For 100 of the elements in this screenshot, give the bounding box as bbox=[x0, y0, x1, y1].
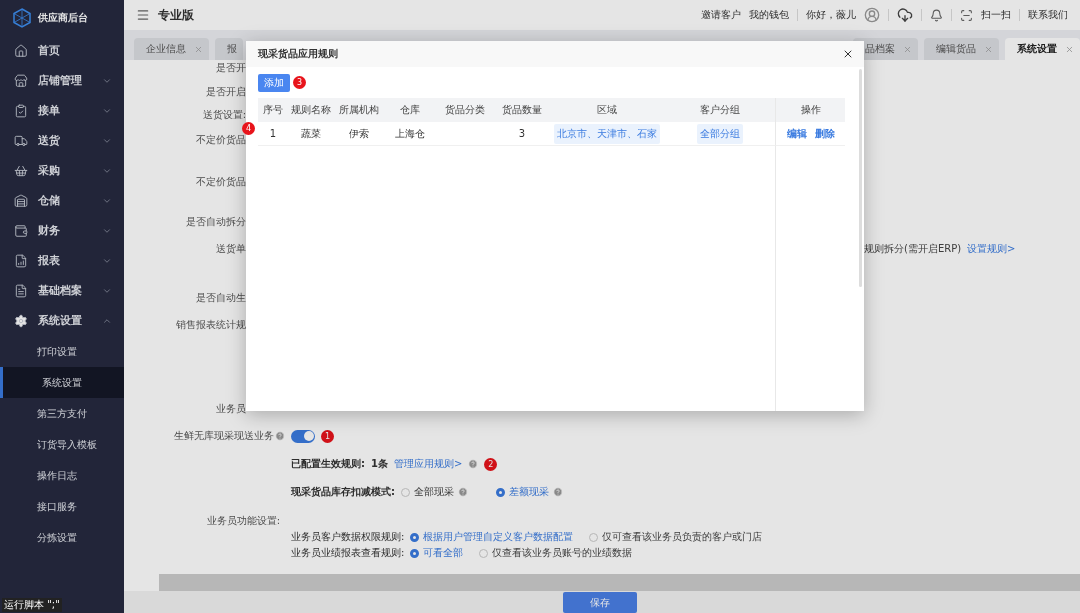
scan-link[interactable]: 扫一扫 bbox=[981, 8, 1011, 22]
setting-label: 送货设置: bbox=[202, 108, 246, 122]
column-header: 货品数量 bbox=[494, 98, 550, 122]
setting-label: 是否自动拆分 bbox=[186, 215, 246, 229]
scan-icon[interactable] bbox=[960, 8, 973, 22]
section-label: 业务员功能设置: bbox=[206, 514, 281, 528]
chevron-down-icon bbox=[102, 76, 112, 86]
annotation-badge: 3 bbox=[293, 76, 306, 89]
cloud-download-icon[interactable] bbox=[897, 7, 913, 23]
radio-button[interactable] bbox=[410, 548, 420, 558]
radio-button[interactable] bbox=[410, 532, 420, 542]
radio-option[interactable]: 可看全部 bbox=[410, 546, 464, 560]
sidebar-subitem[interactable]: 接口服务 bbox=[0, 491, 124, 522]
help-icon[interactable] bbox=[468, 459, 479, 469]
tab[interactable]: 编辑货品 bbox=[924, 38, 999, 60]
radio-button[interactable] bbox=[496, 487, 505, 497]
tab[interactable]: 系统设置 bbox=[1005, 38, 1080, 60]
avatar-icon[interactable] bbox=[864, 7, 880, 23]
setting-label: 现采货品库存扣减模式: bbox=[291, 485, 395, 499]
table-cell: 3 bbox=[494, 122, 550, 146]
radio-option[interactable]: 仅查看该业务员账号的业绩数据 bbox=[479, 546, 633, 560]
chevron-up-icon bbox=[102, 316, 112, 326]
app-title: 供应商后台 bbox=[38, 11, 88, 25]
radio-option[interactable]: 仅可查看该业务员负责的客户或门店 bbox=[589, 530, 763, 544]
column-header: 所属机构 bbox=[334, 98, 384, 122]
sidebar-subitem[interactable]: 订货导入模板 bbox=[0, 429, 124, 460]
annotation-badge: 2 bbox=[484, 457, 498, 471]
sidebar-subitem[interactable]: 分拣设置 bbox=[0, 522, 124, 553]
column-header: 区域 bbox=[550, 98, 664, 122]
chevron-down-icon bbox=[102, 166, 112, 176]
warehouse-icon bbox=[14, 194, 28, 208]
basket-icon bbox=[14, 164, 28, 178]
help-icon[interactable] bbox=[458, 487, 468, 497]
edition-title: 专业版 bbox=[158, 6, 194, 24]
close-icon[interactable] bbox=[842, 48, 854, 60]
setting-note: 规则拆分(需开启ERP) bbox=[864, 242, 962, 256]
sidebar-item[interactable]: 店铺管理 bbox=[0, 66, 124, 96]
setting-label: 是否开 bbox=[216, 61, 246, 75]
sidebar-item[interactable]: 首页 bbox=[0, 36, 124, 66]
radio-button[interactable] bbox=[589, 532, 599, 542]
radio-button[interactable] bbox=[401, 487, 410, 497]
manage-rules-link[interactable]: 管理应用规则> bbox=[393, 457, 463, 471]
setting-label: 生鲜无库现采现送业务 bbox=[174, 429, 274, 443]
column-header: 仓库 bbox=[384, 98, 436, 122]
truck-icon bbox=[14, 134, 28, 148]
action-link[interactable]: 删除 bbox=[814, 126, 835, 141]
sidebar-item[interactable]: 接单 bbox=[0, 96, 124, 126]
settings-icon bbox=[14, 314, 28, 328]
tab[interactable]: 报 bbox=[215, 38, 243, 60]
sidebar-item[interactable]: 送货 bbox=[0, 126, 124, 156]
clipboard-icon bbox=[14, 104, 28, 118]
add-button[interactable]: 添加 bbox=[258, 73, 290, 92]
table-cell: 蔬菜 bbox=[288, 122, 334, 146]
toggle-switch[interactable] bbox=[291, 429, 315, 443]
setting-label: 不定价货品 bbox=[196, 175, 246, 189]
action-link[interactable]: 编辑 bbox=[786, 126, 807, 141]
sidebar-item[interactable]: 系统设置 bbox=[0, 306, 124, 336]
menu-icon[interactable] bbox=[136, 8, 150, 22]
store-icon bbox=[14, 74, 28, 88]
contact-link[interactable]: 联系我们 bbox=[1028, 8, 1068, 22]
radio-option[interactable]: 全部现采 bbox=[401, 485, 468, 499]
rule-count: 1条 bbox=[371, 457, 388, 471]
setting-label: 是否开启 bbox=[206, 85, 246, 99]
table-cell: 上海仓 bbox=[384, 122, 436, 146]
document-icon bbox=[14, 284, 28, 298]
save-button[interactable]: 保存 bbox=[563, 592, 637, 613]
column-header: 操作 bbox=[775, 98, 845, 122]
column-header: 规则名称 bbox=[288, 98, 334, 122]
chevron-down-icon bbox=[102, 226, 112, 236]
chevron-down-icon bbox=[102, 136, 112, 146]
setting-label: 送货单 bbox=[216, 242, 246, 256]
setting-label: 是否自动生 bbox=[196, 291, 246, 305]
sidebar-item[interactable]: 基础档案 bbox=[0, 276, 124, 306]
setting-label: 业务员 bbox=[216, 402, 246, 416]
sidebar-subitem[interactable]: 系统设置 bbox=[0, 367, 124, 398]
sidebar-item[interactable]: 报表 bbox=[0, 246, 124, 276]
sidebar-subitem[interactable]: 打印设置 bbox=[0, 336, 124, 367]
sidebar-item[interactable]: 财务 bbox=[0, 216, 124, 246]
radio-button[interactable] bbox=[479, 548, 489, 558]
table-cell: 1 bbox=[269, 128, 277, 139]
scrollbar[interactable] bbox=[859, 69, 862, 287]
bell-icon[interactable] bbox=[930, 8, 943, 22]
radio-option[interactable]: 差额现采 bbox=[496, 485, 563, 499]
home-icon bbox=[14, 44, 28, 58]
sidebar-subitem[interactable]: 第三方支付 bbox=[0, 398, 124, 429]
tab[interactable]: 企业信息 bbox=[134, 38, 209, 60]
chevron-down-icon bbox=[102, 196, 112, 206]
top-link[interactable]: 我的钱包 bbox=[749, 8, 789, 22]
top-link[interactable]: 邀请客户 bbox=[701, 8, 741, 22]
wallet-icon bbox=[14, 224, 28, 238]
help-icon[interactable] bbox=[275, 431, 285, 441]
column-header: 客户分组 bbox=[664, 98, 775, 122]
sidebar-item[interactable]: 采购 bbox=[0, 156, 124, 186]
help-icon[interactable] bbox=[553, 487, 563, 497]
sidebar-item[interactable]: 仓储 bbox=[0, 186, 124, 216]
set-rules-link[interactable]: 设置规则> bbox=[967, 242, 1016, 256]
sidebar-subitem[interactable]: 操作日志 bbox=[0, 460, 124, 491]
dialog-title: 现采货品应用规则 bbox=[258, 47, 338, 61]
chevron-down-icon bbox=[102, 286, 112, 296]
radio-option[interactable]: 根据用户管理自定义客户数据配置 bbox=[410, 530, 574, 544]
